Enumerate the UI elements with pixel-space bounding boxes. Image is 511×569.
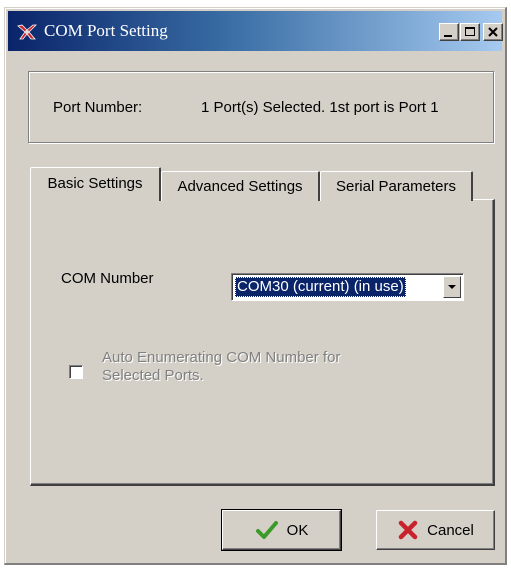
port-number-value: 1 Port(s) Selected. 1st port is Port 1 [201, 99, 439, 116]
auto-enumerating-label: Auto Enumerating COM Number for Selected… [102, 349, 341, 384]
checkmark-icon [255, 521, 278, 539]
window-title: COM Port Setting [44, 21, 168, 40]
com-number-selected-value: COM30 (current) (in use) [235, 277, 406, 297]
chevron-down-icon [448, 285, 456, 289]
close-button[interactable] [483, 23, 503, 41]
com-number-select[interactable]: COM30 (current) (in use) [231, 273, 464, 301]
port-number-label: Port Number: [53, 99, 143, 116]
tab-panel-basic-settings [30, 199, 495, 486]
title-bar[interactable]: COM Port Setting [8, 11, 503, 51]
maximize-button[interactable] [460, 23, 480, 41]
auto-enumerating-checkbox[interactable] [69, 365, 83, 379]
close-icon [488, 27, 498, 37]
x-icon [398, 520, 418, 540]
app-icon [17, 24, 37, 40]
maximize-icon [465, 27, 475, 36]
cancel-button-label: Cancel [427, 521, 474, 539]
ok-button-label: OK [286, 521, 309, 539]
tab-basic-settings[interactable]: Basic Settings [30, 167, 161, 201]
cancel-button[interactable]: Cancel [376, 510, 495, 550]
com-port-setting-dialog: COM Port Setting Port Number: 1 Port(s) … [4, 7, 507, 565]
minimize-button[interactable] [439, 23, 459, 41]
minimize-icon [444, 35, 452, 37]
tab-advanced-settings[interactable]: Advanced Settings [161, 171, 320, 201]
com-number-dropdown-button[interactable] [443, 276, 461, 298]
ok-button[interactable]: OK [221, 509, 342, 551]
tab-serial-parameters[interactable]: Serial Parameters [320, 171, 473, 201]
com-number-label: COM Number [61, 270, 154, 287]
